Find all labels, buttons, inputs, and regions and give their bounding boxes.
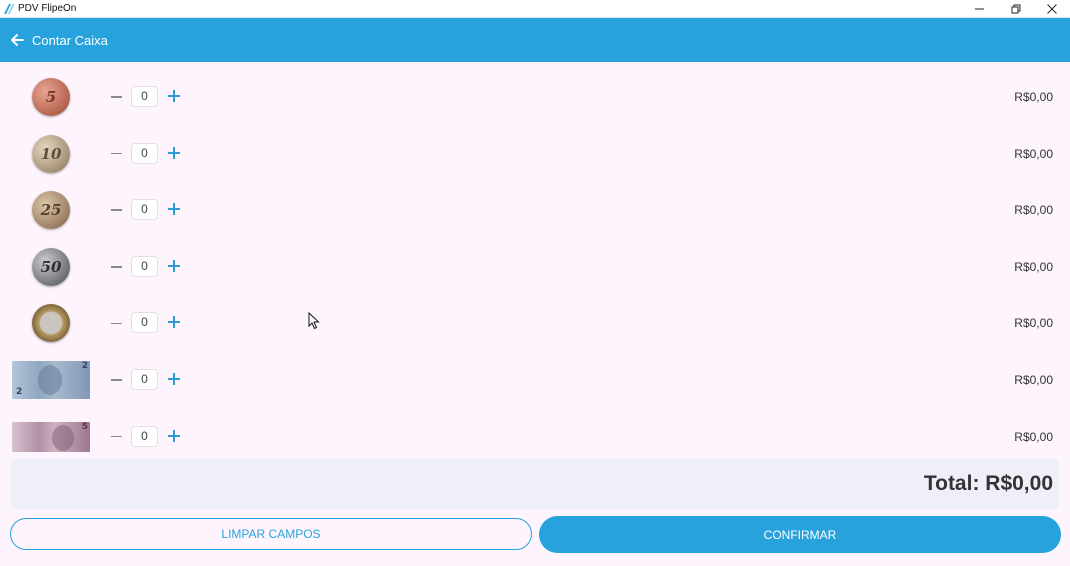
increment-button[interactable] <box>165 87 183 105</box>
decrement-button[interactable] <box>107 315 125 331</box>
quantity-input[interactable]: 0 <box>131 86 158 107</box>
plus-icon <box>168 429 180 442</box>
money-row: 10 0 R$0,00 <box>0 126 1070 183</box>
coin-icon: 5 <box>32 78 70 116</box>
minus-icon <box>110 152 122 155</box>
close-icon <box>1047 4 1057 14</box>
banknote-icon: 2 2 <box>12 360 90 399</box>
plus-icon <box>168 203 180 216</box>
decrement-button[interactable] <box>107 259 125 275</box>
money-row: 5 0 R$0,00 <box>0 409 1070 466</box>
money-list: 5 0 R$0,00 10 0 R$0,00 25 0 R$0,00 50 0 … <box>0 69 1070 465</box>
money-row: 25 0 R$0,00 <box>0 182 1070 239</box>
app-window: PDV FlipeOn Contar Caixa 5 0 R$0,00 10 0… <box>0 0 1070 566</box>
increment-button[interactable] <box>165 427 183 445</box>
money-row: 2 2 0 R$0,00 <box>0 352 1070 409</box>
row-value: R$0,00 <box>1014 429 1053 444</box>
restore-icon <box>1011 4 1021 14</box>
bill-5-image: 5 <box>12 409 90 465</box>
increment-button[interactable] <box>165 370 183 388</box>
banknote-icon: 5 <box>12 421 90 452</box>
plus-icon <box>168 146 180 159</box>
row-value: R$0,00 <box>1014 90 1053 104</box>
quantity-input[interactable]: 0 <box>131 425 158 447</box>
mouse-cursor-icon <box>308 312 320 330</box>
total-amount: Total: R$0,00 <box>923 472 1053 495</box>
minimize-icon <box>975 8 984 10</box>
confirm-button[interactable]: CONFIRMAR <box>539 516 1061 553</box>
decrement-button[interactable] <box>107 429 125 445</box>
coin-icon: 10 <box>32 134 70 173</box>
row-value: R$0,00 <box>1014 316 1053 331</box>
coin-icon: 50 <box>32 247 70 286</box>
coin-50-image: 50 <box>12 239 90 295</box>
title-bar: PDV FlipeOn <box>0 0 1070 18</box>
window-title: PDV FlipeOn <box>18 3 77 14</box>
money-row: 0 R$0,00 <box>0 295 1070 352</box>
total-panel: Total: R$0,00 <box>11 459 1059 509</box>
arrow-left-icon <box>11 34 24 46</box>
app-bar: Contar Caixa <box>0 18 1070 62</box>
coin-icon <box>32 304 70 343</box>
clear-fields-button[interactable]: LIMPAR CAMPOS <box>10 518 532 550</box>
app-logo-icon <box>3 3 15 15</box>
decrement-button[interactable] <box>107 146 125 162</box>
back-button[interactable] <box>8 31 26 49</box>
plus-icon <box>168 316 180 329</box>
coin-1-real-image <box>12 295 90 351</box>
plus-icon <box>168 259 180 272</box>
coin-5-image: 5 <box>12 69 90 125</box>
window-controls <box>962 0 1070 18</box>
minimize-button[interactable] <box>962 0 998 18</box>
plus-icon <box>168 90 180 102</box>
minus-icon <box>110 435 122 438</box>
minus-icon <box>110 379 122 381</box>
minus-icon <box>110 209 122 211</box>
decrement-button[interactable] <box>107 372 125 388</box>
minus-icon <box>110 266 122 268</box>
row-value: R$0,00 <box>1014 259 1053 274</box>
quantity-input[interactable]: 0 <box>131 142 158 164</box>
money-row: 5 0 R$0,00 <box>0 69 1070 126</box>
minus-icon <box>110 322 122 325</box>
decrement-button[interactable] <box>107 202 125 218</box>
restore-button[interactable] <box>998 0 1034 18</box>
money-row: 50 0 R$0,00 <box>0 239 1070 296</box>
increment-button[interactable] <box>165 313 183 331</box>
increment-button[interactable] <box>165 200 183 218</box>
quantity-input[interactable]: 0 <box>131 312 158 334</box>
close-button[interactable] <box>1034 0 1070 18</box>
row-value: R$0,00 <box>1014 146 1053 161</box>
coin-25-image: 25 <box>12 182 90 238</box>
minus-icon <box>110 96 122 98</box>
row-value: R$0,00 <box>1014 372 1053 387</box>
page-title: Contar Caixa <box>32 32 108 48</box>
increment-button[interactable] <box>165 257 183 275</box>
quantity-input[interactable]: 0 <box>131 255 158 277</box>
quantity-input[interactable]: 0 <box>131 199 158 221</box>
coin-10-image: 10 <box>12 126 90 182</box>
bill-2-image: 2 2 <box>12 352 90 408</box>
plus-icon <box>168 372 180 385</box>
row-value: R$0,00 <box>1014 203 1053 218</box>
coin-icon: 25 <box>32 191 70 230</box>
increment-button[interactable] <box>165 144 183 162</box>
quantity-input[interactable]: 0 <box>131 368 158 390</box>
decrement-button[interactable] <box>107 89 125 105</box>
